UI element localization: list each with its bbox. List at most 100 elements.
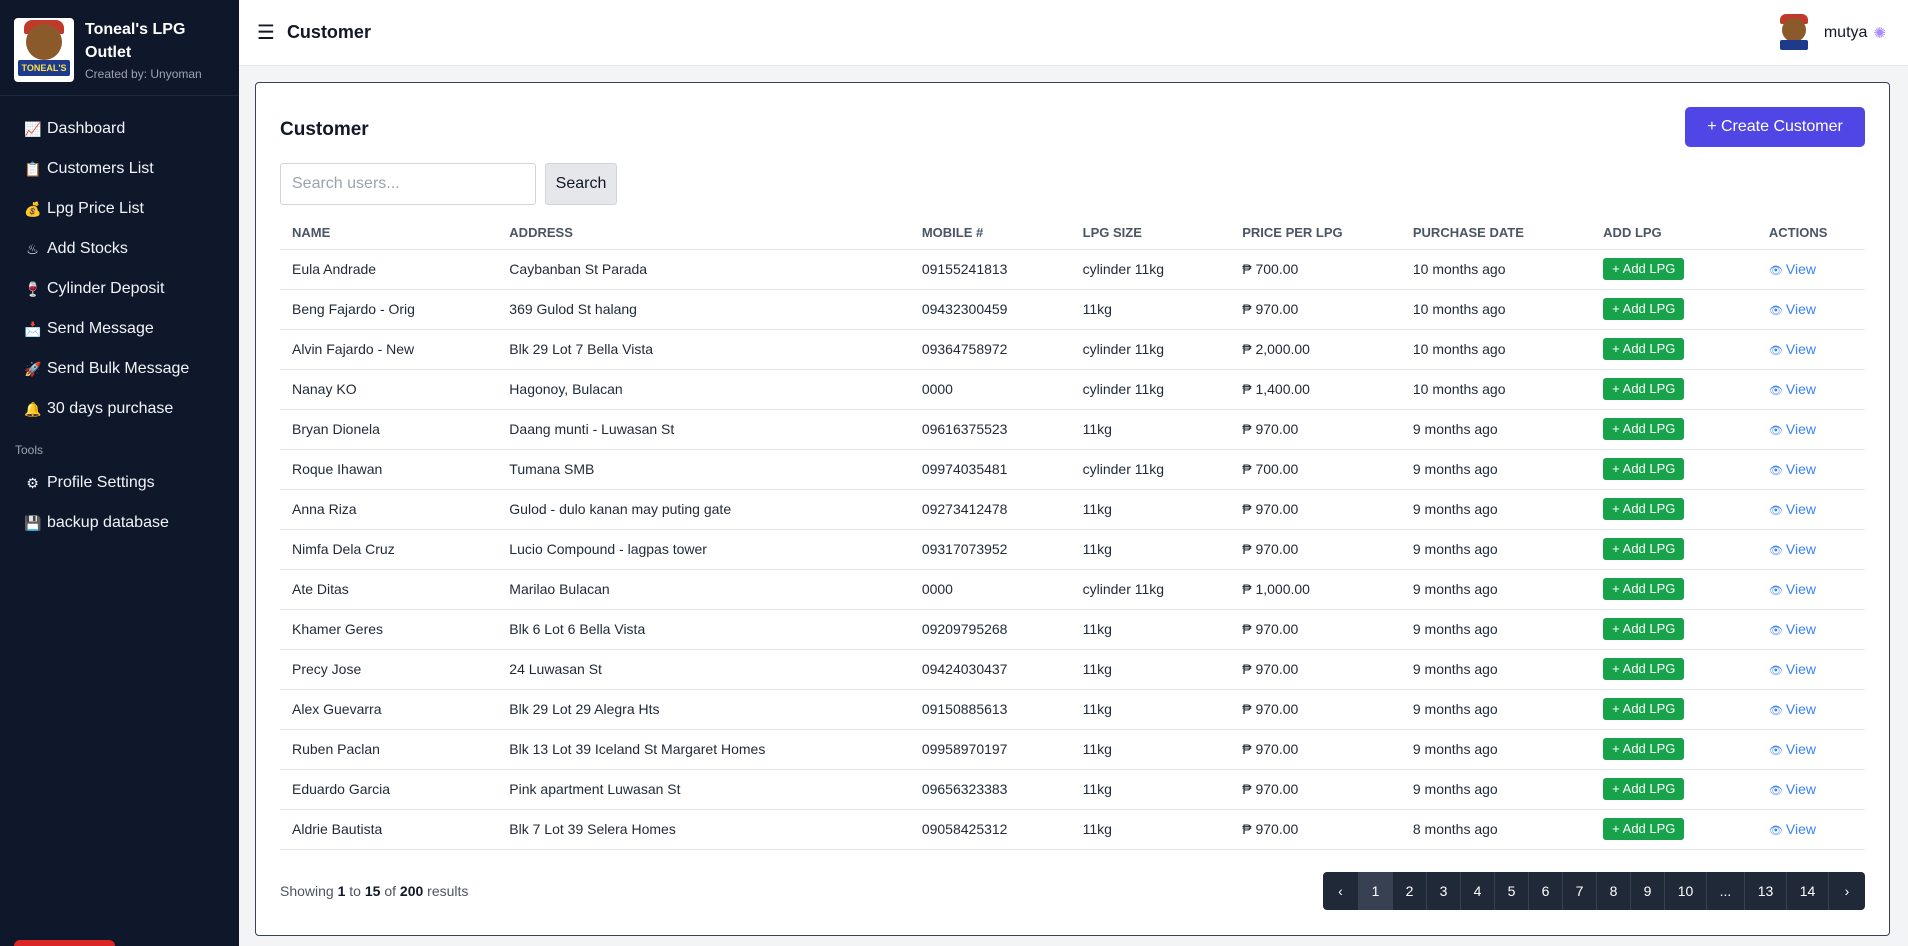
sidebar-item-lpg-price-list[interactable]: 💰 Lpg Price List: [0, 189, 239, 229]
prev-page-icon[interactable]: ‹: [1323, 872, 1359, 910]
add-lpg-button[interactable]: + Add LPG: [1603, 818, 1685, 840]
view-label[interactable]: View: [1786, 461, 1816, 477]
table-row: Anna Riza Gulod - dulo kanan may puting g…: [280, 489, 1865, 530]
cell-date: 8 months ago: [1400, 809, 1592, 850]
cell-address: Tumana SMB: [497, 449, 910, 490]
view-label[interactable]: View: [1786, 541, 1816, 557]
view-link[interactable]: 👁 View: [1769, 461, 1816, 477]
page-button-7[interactable]: 7: [1563, 872, 1597, 910]
sidebar-item-30-days-purchase[interactable]: 🔔 30 days purchase: [0, 389, 239, 429]
cell-actions: 👁 View: [1756, 609, 1865, 650]
add-lpg-button[interactable]: + Add LPG: [1603, 538, 1685, 560]
view-link[interactable]: 👁 View: [1769, 581, 1816, 597]
view-link[interactable]: 👁 View: [1769, 341, 1816, 357]
add-lpg-button[interactable]: + Add LPG: [1603, 738, 1685, 760]
cell-size: 11kg: [1070, 809, 1231, 850]
search-input[interactable]: [280, 163, 536, 205]
sidebar-item-send-message[interactable]: 📩 Send Message: [0, 309, 239, 349]
view-label[interactable]: View: [1786, 661, 1816, 677]
view-label[interactable]: View: [1786, 301, 1816, 317]
view-label[interactable]: View: [1786, 741, 1816, 757]
sidebar-item-add-stocks[interactable]: ♨ Add Stocks: [0, 229, 239, 269]
page-button-2[interactable]: 2: [1393, 872, 1427, 910]
view-link[interactable]: 👁 View: [1769, 661, 1816, 677]
sidebar-item-profile-settings[interactable]: ⚙ Profile Settings: [0, 463, 239, 503]
add-stocks-icon: ♨: [26, 240, 39, 257]
table-row: Nimfa Dela Cruz Lucio Compound - lagpas t…: [280, 529, 1865, 570]
page-button-13[interactable]: 13: [1745, 872, 1787, 910]
page-button-5[interactable]: 5: [1495, 872, 1529, 910]
next-page-icon[interactable]: ›: [1829, 872, 1865, 910]
add-lpg-button[interactable]: + Add LPG: [1603, 258, 1685, 280]
view-label[interactable]: View: [1786, 421, 1816, 437]
add-lpg-button[interactable]: + Add LPG: [1603, 618, 1685, 640]
add-lpg-button[interactable]: + Add LPG: [1603, 418, 1685, 440]
view-label[interactable]: View: [1786, 341, 1816, 357]
add-lpg-button[interactable]: + Add LPG: [1603, 458, 1685, 480]
view-link[interactable]: 👁 View: [1769, 701, 1816, 717]
search-button[interactable]: Search: [545, 163, 617, 205]
cell-size: 11kg: [1070, 769, 1231, 810]
page-button-14[interactable]: 14: [1787, 872, 1829, 910]
view-link[interactable]: 👁 View: [1769, 381, 1816, 397]
hamburger-menu-icon[interactable]: ☰: [257, 20, 275, 45]
table-row: Eula Andrade Caybanban St Parada 091552418…: [280, 249, 1865, 290]
page-button-6[interactable]: 6: [1529, 872, 1563, 910]
add-lpg-button[interactable]: + Add LPG: [1603, 658, 1685, 680]
view-link[interactable]: 👁 View: [1769, 821, 1816, 837]
sidebar-item-backup-database[interactable]: 💾 backup database: [0, 503, 239, 543]
view-link[interactable]: 👁 View: [1769, 261, 1816, 277]
view-link[interactable]: 👁 View: [1769, 541, 1816, 557]
view-label[interactable]: View: [1786, 581, 1816, 597]
add-lpg-button[interactable]: + Add LPG: [1603, 378, 1685, 400]
table-row: Aldrie Bautista Blk 7 Lot 39 Selera Homes…: [280, 809, 1865, 850]
page-button-3[interactable]: 3: [1427, 872, 1461, 910]
cell-add-lpg: + Add LPG: [1591, 489, 1757, 530]
cell-actions: 👁 View: [1756, 529, 1865, 570]
add-lpg-button[interactable]: + Add LPG: [1603, 298, 1685, 320]
settings-gear-icon[interactable]: ✺: [1873, 24, 1886, 42]
sidebar-item-cylinder-deposit[interactable]: 🍷 Cylinder Deposit: [0, 269, 239, 309]
cell-mobile: 09058425312: [909, 809, 1071, 850]
view-link[interactable]: 👁 View: [1769, 301, 1816, 317]
sidebar-item-customers-list[interactable]: 📋 Customers List: [0, 149, 239, 189]
logout-button[interactable]: [14, 940, 115, 946]
eye-icon: 👁: [1768, 745, 1783, 757]
view-label[interactable]: View: [1786, 701, 1816, 717]
view-label[interactable]: View: [1786, 821, 1816, 837]
user-name[interactable]: mutya: [1824, 24, 1868, 42]
cell-actions: 👁 View: [1756, 489, 1865, 530]
eye-icon: 👁: [1768, 545, 1783, 557]
view-link[interactable]: 👁 View: [1769, 621, 1816, 637]
add-lpg-button[interactable]: + Add LPG: [1603, 578, 1685, 600]
sidebar-item-send-bulk-message[interactable]: 🚀 Send Bulk Message: [0, 349, 239, 389]
cell-add-lpg: + Add LPG: [1591, 609, 1757, 650]
add-lpg-button[interactable]: + Add LPG: [1603, 778, 1685, 800]
user-menu[interactable]: mutya ✺: [1778, 14, 1886, 52]
view-link[interactable]: 👁 View: [1769, 741, 1816, 757]
cell-mobile: 09656323383: [909, 769, 1071, 810]
view-label[interactable]: View: [1786, 501, 1816, 517]
send-message-icon: 📩: [24, 320, 42, 337]
view-label[interactable]: View: [1786, 261, 1816, 277]
add-lpg-button[interactable]: + Add LPG: [1603, 498, 1685, 520]
view-link[interactable]: 👁 View: [1769, 421, 1816, 437]
eye-icon: 👁: [1768, 625, 1783, 637]
cell-actions: 👁 View: [1756, 729, 1865, 770]
view-link[interactable]: 👁 View: [1769, 781, 1816, 797]
create-customer-button[interactable]: + Create Customer: [1685, 107, 1865, 147]
cell-price: ₱ 970.00: [1230, 489, 1401, 530]
page-button-4[interactable]: 4: [1461, 872, 1495, 910]
add-lpg-button[interactable]: + Add LPG: [1603, 338, 1685, 360]
add-lpg-button[interactable]: + Add LPG: [1603, 698, 1685, 720]
view-label[interactable]: View: [1786, 621, 1816, 637]
view-label[interactable]: View: [1786, 381, 1816, 397]
avatar[interactable]: [1778, 14, 1810, 52]
page-button-9[interactable]: 9: [1631, 872, 1665, 910]
page-button-10[interactable]: 10: [1665, 872, 1707, 910]
page-button-8[interactable]: 8: [1597, 872, 1631, 910]
view-link[interactable]: 👁 View: [1769, 501, 1816, 517]
view-label[interactable]: View: [1786, 781, 1816, 797]
sidebar-item-dashboard[interactable]: 📈 Dashboard: [0, 109, 239, 149]
page-button-1[interactable]: 1: [1359, 872, 1393, 910]
